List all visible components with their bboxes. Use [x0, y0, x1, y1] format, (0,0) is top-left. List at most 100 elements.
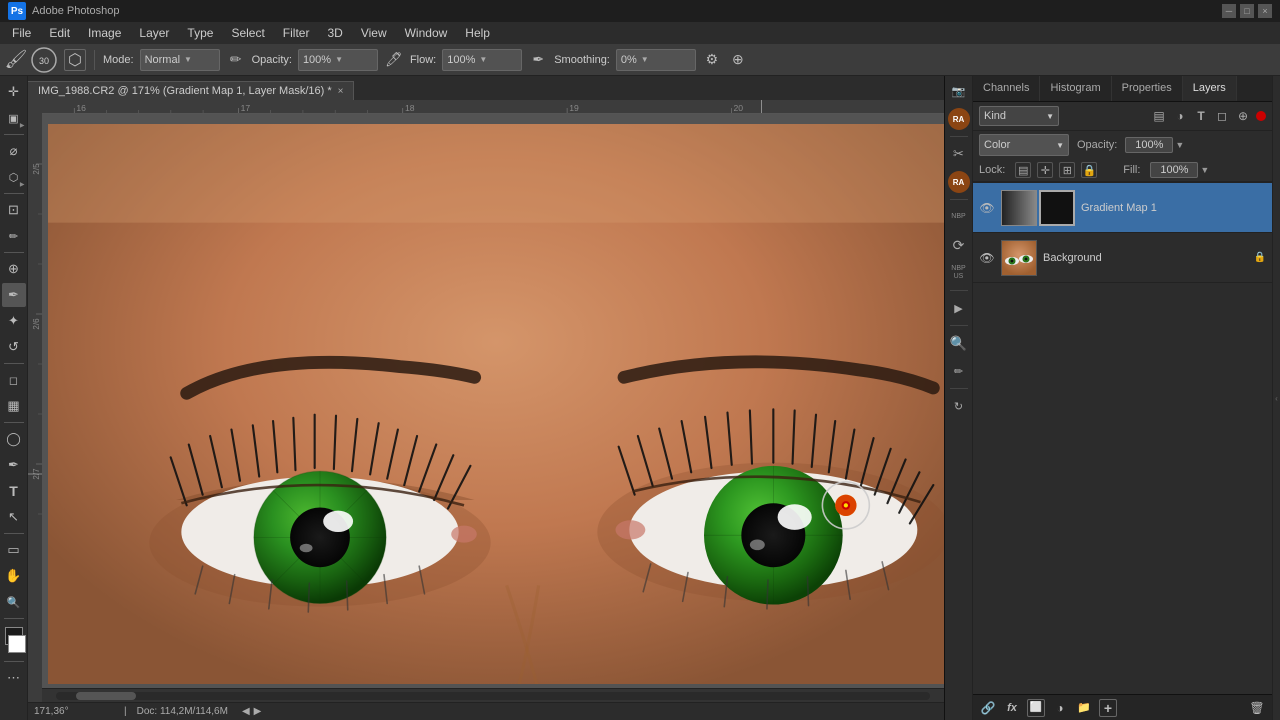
zigzag-icon[interactable]: ⟳ — [948, 234, 970, 256]
menu-layer[interactable]: Layer — [131, 24, 177, 42]
add-mask-button[interactable]: ⬜ — [1027, 699, 1045, 717]
fill-value-panel[interactable]: 100% — [1150, 162, 1198, 178]
flow-dropdown[interactable]: 100% ▼ — [442, 49, 522, 71]
close-button[interactable]: × — [1258, 4, 1272, 18]
background-color[interactable] — [8, 635, 26, 653]
tab-properties[interactable]: Properties — [1112, 76, 1183, 101]
lock-position-icon[interactable]: ✛ — [1037, 162, 1053, 178]
loop-icon[interactable]: ↻ — [948, 395, 970, 417]
opacity-value-panel[interactable]: 100% — [1125, 137, 1173, 153]
tool-hand[interactable]: ✋ — [2, 564, 26, 588]
brush-settings-icon[interactable]: ⬡ — [64, 49, 86, 71]
symmetry-icon[interactable]: ⊕ — [728, 50, 748, 70]
document-tab[interactable]: IMG_1988.CR2 @ 171% (Gradient Map 1, Lay… — [28, 81, 354, 100]
tool-type[interactable]: T — [2, 479, 26, 503]
menu-window[interactable]: Window — [397, 24, 456, 42]
lock-all-icon[interactable]: 🔒 — [1081, 162, 1097, 178]
horizontal-scrollbar[interactable] — [42, 688, 944, 702]
svg-text:18: 18 — [405, 103, 415, 113]
shape-filter-icon[interactable]: ◻ — [1214, 108, 1230, 124]
tool-lasso[interactable]: ⌀ — [2, 139, 26, 163]
tool-crop[interactable]: ⊡ — [2, 198, 26, 222]
scroll-left-icon[interactable]: ◀ — [242, 706, 250, 717]
tool-brush[interactable]: ✒ — [2, 283, 26, 307]
play-icon[interactable]: ▶ — [948, 297, 970, 319]
tool-artboard[interactable]: ▣ ▶ — [2, 106, 26, 130]
search-panel-icon[interactable]: 🔍 — [948, 332, 970, 354]
tool-zoom[interactable]: 🔍 — [2, 590, 26, 614]
tool-more[interactable]: ⋯ — [2, 666, 26, 690]
document-close-button[interactable]: × — [338, 86, 344, 97]
scroll-arrows[interactable]: ◀ ▶ — [242, 706, 261, 717]
pixel-filter-icon[interactable]: ▤ — [1151, 108, 1167, 124]
tool-quick-select[interactable]: ⬡ ▶ — [2, 165, 26, 189]
menu-file[interactable]: File — [4, 24, 39, 42]
layer-visibility-1[interactable]: 👁 — [979, 200, 995, 216]
nbp-icon[interactable]: NBP — [948, 206, 970, 228]
menu-image[interactable]: Image — [80, 24, 129, 42]
smoothing-dropdown[interactable]: 0% ▼ — [616, 49, 696, 71]
menu-select[interactable]: Select — [223, 24, 272, 42]
tab-histogram[interactable]: Histogram — [1040, 76, 1111, 101]
menu-view[interactable]: View — [353, 24, 395, 42]
tool-move[interactable]: ✛ — [2, 80, 26, 104]
smart-filter-icon[interactable]: ⊕ — [1235, 108, 1251, 124]
lock-pixels-icon[interactable]: ▤ — [1015, 162, 1031, 178]
filter-active-icon[interactable] — [1256, 111, 1266, 121]
left-toolbar: ✛ ▣ ▶ ⌀ ⬡ ▶ ⊡ ✏ ⊕ ✒ ✦ ↺ — [0, 76, 28, 720]
camera-icon[interactable]: 📷 — [948, 80, 970, 102]
menu-type[interactable]: Type — [179, 24, 221, 42]
tool-eraser[interactable]: ◻ — [2, 368, 26, 392]
edit-panel-icon[interactable]: ✏ — [948, 360, 970, 382]
menu-help[interactable]: Help — [457, 24, 498, 42]
opacity-dropdown[interactable]: 100% ▼ — [298, 49, 378, 71]
mode-dropdown[interactable]: Normal ▼ — [140, 49, 220, 71]
panel-collapse-handle[interactable]: ‹ — [1272, 76, 1280, 720]
tab-layers[interactable]: Layers — [1183, 76, 1237, 101]
fill-control[interactable]: 100% ▼ — [1150, 162, 1209, 178]
tool-dodge[interactable]: ◯ — [2, 427, 26, 451]
vertical-sidebar: 📷 RA ✂ RA NBP ⟳ NBPUS ▶ 🔍 ✏ ↻ — [944, 76, 972, 720]
menu-edit[interactable]: Edit — [41, 24, 78, 42]
layer-gradient-map[interactable]: 👁 — [973, 183, 1272, 233]
scrollbar-thumb[interactable] — [76, 692, 136, 700]
ra-avatar-2[interactable]: RA — [948, 171, 970, 193]
scroll-right-icon[interactable]: ▶ — [254, 706, 262, 717]
maximize-button[interactable]: □ — [1240, 4, 1254, 18]
pressure-opacity-icon[interactable]: 🖊 — [384, 50, 404, 70]
tool-pen[interactable]: ✒ — [2, 453, 26, 477]
new-fill-layer-button[interactable]: ◑ — [1051, 699, 1069, 717]
title-bar-controls[interactable]: ─ □ × — [1222, 4, 1272, 18]
minimize-button[interactable]: ─ — [1222, 4, 1236, 18]
layer-kind-dropdown[interactable]: Kind ▼ — [979, 106, 1059, 126]
tool-path-select[interactable]: ↖ — [2, 505, 26, 529]
tool-gradient[interactable]: ▦ — [2, 394, 26, 418]
new-group-button[interactable]: 📁 — [1075, 699, 1093, 717]
canvas-image[interactable] — [42, 114, 944, 702]
nbp-us-icon[interactable]: NBPUS — [948, 262, 970, 284]
tool-rectangle[interactable]: ▭ — [2, 538, 26, 562]
lock-artboards-icon[interactable]: ⊞ — [1059, 162, 1075, 178]
pressure-flow-icon[interactable]: ✒ — [528, 50, 548, 70]
layer-visibility-2[interactable]: 👁 — [979, 250, 995, 266]
link-layers-button[interactable]: 🔗 — [979, 699, 997, 717]
tab-channels[interactable]: Channels — [973, 76, 1040, 101]
tool-clone[interactable]: ✦ — [2, 309, 26, 333]
menu-3d[interactable]: 3D — [319, 24, 350, 42]
new-layer-button[interactable]: + — [1099, 699, 1117, 717]
settings-gear-icon[interactable]: ⚙ — [702, 50, 722, 70]
layer-color-dropdown[interactable]: Color ▼ — [979, 134, 1069, 156]
type-filter-icon[interactable]: T — [1193, 108, 1209, 124]
tool-eyedropper[interactable]: ✏ — [2, 224, 26, 248]
ra-avatar-1[interactable]: RA — [948, 108, 970, 130]
menu-filter[interactable]: Filter — [275, 24, 318, 42]
layer-background[interactable]: 👁 — [973, 233, 1272, 283]
tool-history-brush[interactable]: ↺ — [2, 335, 26, 359]
delete-layer-button[interactable]: 🗑 — [1248, 699, 1266, 717]
opacity-control[interactable]: 100% ▼ — [1125, 137, 1184, 153]
add-layer-style-button[interactable]: fx — [1003, 699, 1021, 717]
adjustment-filter-icon[interactable]: ◑ — [1172, 108, 1188, 124]
tool-healing[interactable]: ⊕ — [2, 257, 26, 281]
svg-text:2/5: 2/5 — [32, 163, 41, 175]
scissors-icon[interactable]: ✂ — [948, 143, 970, 165]
